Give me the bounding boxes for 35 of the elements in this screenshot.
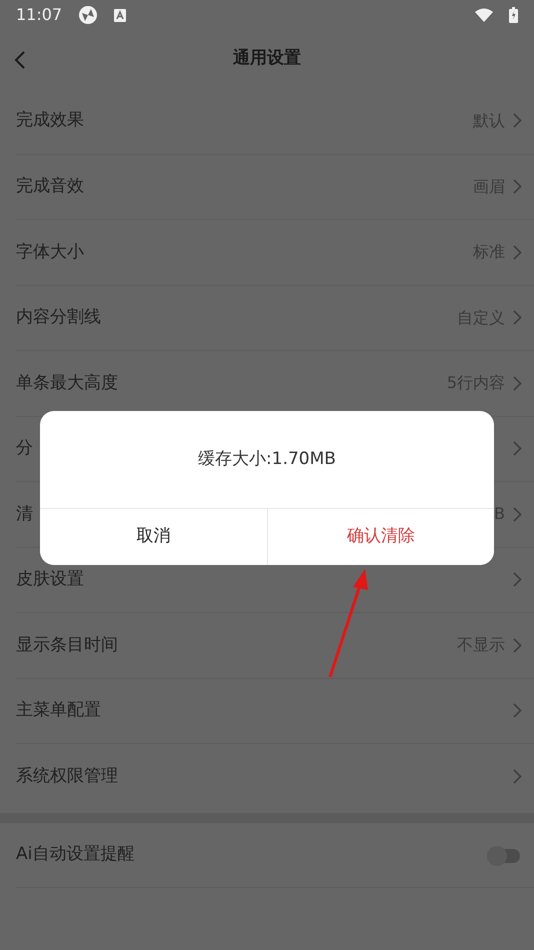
row-label: 主菜单配置	[16, 699, 101, 722]
confirm-button[interactable]: 确认清除	[266, 508, 494, 565]
chevron-icon	[513, 703, 522, 718]
wifi-icon	[475, 8, 493, 22]
toggle-switch[interactable]	[486, 844, 522, 866]
chevron-icon	[513, 441, 522, 456]
chevron-icon	[513, 310, 522, 326]
dialog-message: 缓存大小:1.70MB	[197, 448, 337, 471]
app-icon	[78, 5, 98, 25]
row-label: 字体大小	[16, 240, 84, 264]
chevron-icon	[513, 506, 522, 522]
row-label: 完成音效	[16, 175, 84, 198]
chevron-icon	[513, 376, 522, 391]
cancel-button[interactable]: 取消	[40, 508, 266, 565]
settings-row[interactable]: 系统权限管理	[16, 743, 534, 808]
chevron-icon	[513, 638, 522, 653]
chevron-icon	[513, 244, 522, 260]
chevron-icon	[513, 768, 522, 784]
row-label: 显示条目时间	[16, 634, 118, 656]
chevron-icon	[513, 572, 522, 588]
row-label: 内容分割线	[16, 306, 101, 329]
chevron-icon	[513, 179, 522, 194]
status-time: 11:07	[16, 4, 62, 26]
row-label: 系统权限管理	[16, 764, 118, 788]
row-label: 分	[16, 437, 33, 460]
keyboard-icon	[114, 8, 126, 22]
battery-icon	[509, 7, 518, 23]
row-label: 完成效果	[16, 109, 84, 132]
page-title: 通用设置	[233, 47, 301, 70]
toggle-label: Ai自动设置提醒	[16, 843, 134, 866]
row-label: 清	[16, 502, 33, 526]
row-label: 单条最大高度	[16, 372, 118, 394]
settings-row[interactable]: 主菜单配置	[16, 678, 534, 743]
chevron-icon	[513, 113, 522, 128]
row-label: 皮肤设置	[16, 568, 84, 591]
